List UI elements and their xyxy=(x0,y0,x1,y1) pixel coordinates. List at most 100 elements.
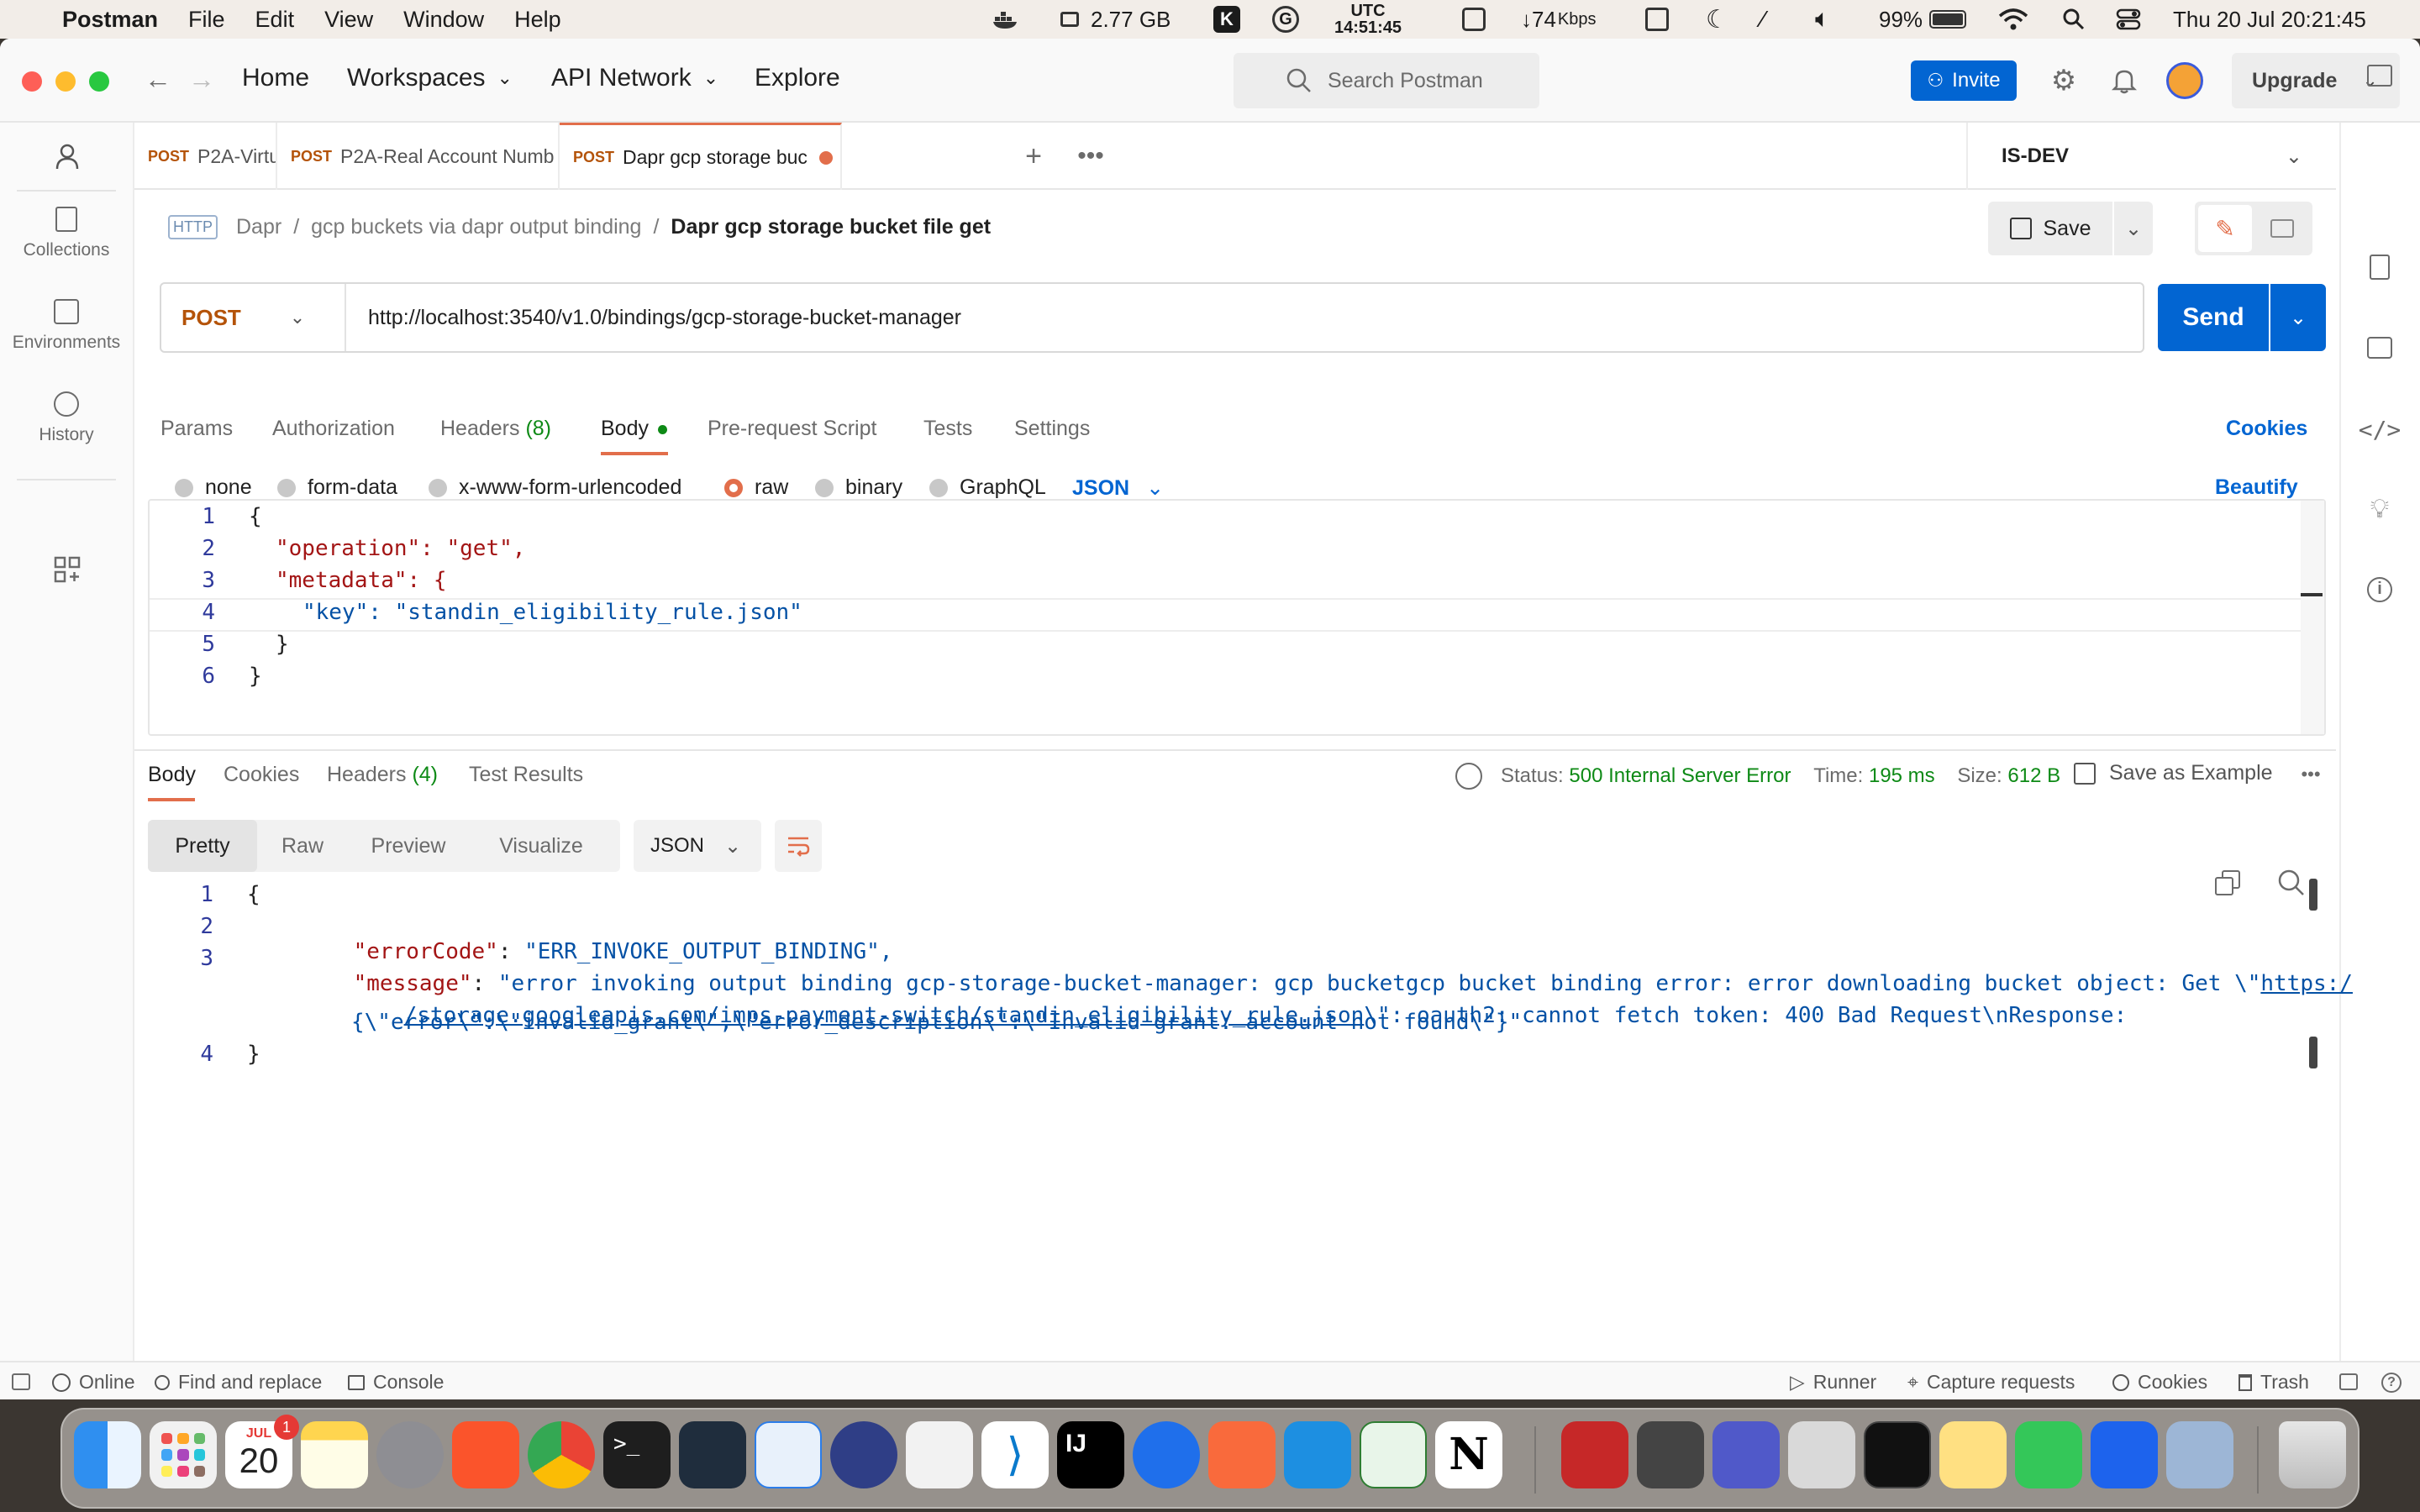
intellij-icon[interactable]: IJ xyxy=(1057,1421,1124,1488)
code-icon[interactable]: </> xyxy=(2359,412,2402,446)
response-scrollbar-thumb[interactable] xyxy=(2309,1037,2317,1068)
docker-icon[interactable] xyxy=(2091,1421,2158,1488)
tab-params[interactable]: Params xyxy=(160,417,233,441)
new-tab-plus-icon[interactable]: + xyxy=(1017,139,1050,173)
preview-icon[interactable] xyxy=(1284,1421,1351,1488)
help-icon[interactable]: ? xyxy=(2381,1373,2402,1393)
mail-app-icon[interactable] xyxy=(906,1421,973,1488)
radio-x-www-form-urlencoded[interactable]: x-www-form-urlencoded xyxy=(429,475,681,500)
calculator-icon[interactable] xyxy=(1637,1421,1704,1488)
user-icon[interactable] xyxy=(49,138,86,175)
lightbulb-icon[interactable]: 💡︎ xyxy=(2363,492,2396,526)
postman-dock-icon[interactable] xyxy=(830,1421,897,1488)
tab-body[interactable]: Body xyxy=(601,417,668,455)
time-value[interactable]: 195 ms xyxy=(1869,764,1935,787)
invite-button[interactable]: ⚇ Invite xyxy=(1911,60,2017,101)
chrome-icon[interactable] xyxy=(528,1421,595,1488)
volume-icon[interactable]: 🔈︎ xyxy=(1815,0,1830,39)
postman-agent-icon[interactable] xyxy=(1208,1421,1276,1488)
find-and-replace-button[interactable]: Find and replace xyxy=(155,1371,322,1394)
tab-headers[interactable]: Headers (8) xyxy=(440,417,551,441)
response-scrollbar-thumb[interactable] xyxy=(2309,879,2317,911)
docker-tray-icon[interactable] xyxy=(992,0,1023,39)
menubar-datetime[interactable]: Thu 20 Jul 20:21:45 xyxy=(2173,0,2366,39)
radio-form-data[interactable]: form-data xyxy=(277,475,397,500)
back-arrow-icon[interactable]: ← xyxy=(143,64,173,94)
capture-requests-button[interactable]: ⌖ Capture requests xyxy=(1907,1371,2075,1394)
vscode-icon[interactable]: ⟩ xyxy=(981,1421,1049,1488)
online-status[interactable]: Online xyxy=(52,1371,134,1394)
menu-help[interactable]: Help xyxy=(514,7,561,33)
notion-icon[interactable]: N xyxy=(1435,1421,1502,1488)
window-zoom-button[interactable] xyxy=(89,71,109,92)
send-options-dropdown[interactable]: ⌄ xyxy=(2270,284,2326,351)
menu-view[interactable]: View xyxy=(324,7,373,33)
url-input[interactable]: http://localhost:3540/v1.0/bindings/gcp-… xyxy=(368,284,961,351)
runner-button[interactable]: ▷ Runner xyxy=(1790,1371,1876,1394)
k-app-tray-icon[interactable]: K xyxy=(1213,0,1240,39)
system-settings-icon[interactable] xyxy=(376,1421,444,1488)
documentation-icon[interactable] xyxy=(2363,250,2396,284)
radio-binary[interactable]: binary xyxy=(815,475,902,500)
send-button[interactable]: Send xyxy=(2158,284,2269,351)
app-icon[interactable] xyxy=(679,1421,746,1488)
forward-arrow-icon[interactable]: → xyxy=(187,64,217,94)
finder-icon[interactable] xyxy=(74,1421,141,1488)
menu-file[interactable]: File xyxy=(188,7,225,33)
nav-home[interactable]: Home xyxy=(242,64,309,92)
brave-browser-icon[interactable] xyxy=(452,1421,519,1488)
cookies-button[interactable]: Cookies xyxy=(2112,1371,2207,1394)
editor-scrollbar[interactable] xyxy=(2301,501,2324,734)
request-tab[interactable]: POST P2A-Virtual Account Nu xyxy=(134,123,277,190)
menu-app-name[interactable]: Postman xyxy=(62,7,158,33)
wrap-lines-icon[interactable] xyxy=(775,820,822,872)
info-icon[interactable]: i xyxy=(2363,573,2396,606)
console-button[interactable]: Console xyxy=(348,1371,444,1394)
cpu-tray-icon[interactable] xyxy=(1462,0,1486,39)
teams-icon[interactable] xyxy=(1712,1421,1780,1488)
window-close-button[interactable] xyxy=(22,71,42,92)
cookies-link[interactable]: Cookies xyxy=(2226,417,2307,441)
response-url-link[interactable]: https:/ xyxy=(2260,971,2353,996)
more-tabs-icon[interactable]: ••• xyxy=(1074,139,1107,173)
save-as-example-button[interactable]: Save as Example xyxy=(2074,761,2273,785)
response-tab-cookies[interactable]: Cookies xyxy=(224,763,299,787)
scrap-tray-icon[interactable] xyxy=(1645,0,1669,39)
sidebar-item-environments[interactable]: Environments xyxy=(0,299,133,353)
body-format-select[interactable]: JSON ⌄ xyxy=(1072,475,1164,501)
nav-explore[interactable]: Explore xyxy=(755,64,840,92)
feedback-app-icon[interactable] xyxy=(755,1421,822,1488)
trash-bin-icon[interactable] xyxy=(2279,1421,2346,1488)
response-tab-headers[interactable]: Headers (4) xyxy=(327,763,438,787)
request-tab-active[interactable]: POST Dapr gcp storage buc xyxy=(560,123,842,190)
request-tab[interactable]: POST P2A-Real Account Numb xyxy=(277,123,560,190)
notes-icon[interactable] xyxy=(301,1421,368,1488)
globe-icon[interactable] xyxy=(1455,763,1482,790)
edit-pencil-icon[interactable]: ✎ xyxy=(2198,205,2252,252)
screen-app-icon[interactable] xyxy=(2166,1421,2233,1488)
keychain-icon[interactable] xyxy=(1788,1421,1855,1488)
calendar-icon[interactable]: JUL 20 1 xyxy=(225,1415,299,1488)
more-options-icon[interactable]: ••• xyxy=(2294,761,2328,788)
memory-indicator[interactable]: 2.77 GB xyxy=(1060,0,1171,39)
acrobat-icon[interactable] xyxy=(1561,1421,1628,1488)
moon-icon[interactable]: ☾ xyxy=(1706,0,1728,39)
spotlight-icon[interactable] xyxy=(2062,0,2086,39)
view-mode-raw[interactable]: Raw xyxy=(260,820,345,872)
battery-indicator[interactable]: 99% xyxy=(1879,0,1967,39)
breadcrumb-folder[interactable]: gcp buckets via dapr output binding xyxy=(311,215,641,239)
mute-icon[interactable]: ⁄ xyxy=(1761,0,1765,39)
control-center-icon[interactable] xyxy=(2116,0,2141,39)
terminal-icon[interactable]: >_ xyxy=(603,1421,671,1488)
grammarly-tray-icon[interactable]: G xyxy=(1272,0,1299,39)
search-postman-input[interactable]: Search Postman xyxy=(1234,53,1539,108)
window-minimize-button[interactable] xyxy=(55,71,76,92)
two-pane-view-icon[interactable] xyxy=(2339,1373,2358,1390)
numbers-icon[interactable] xyxy=(2015,1421,2082,1488)
launchpad-icon[interactable] xyxy=(150,1421,217,1488)
beautify-button[interactable]: Beautify xyxy=(2215,475,2298,500)
gear-icon[interactable]: ⚙ xyxy=(2047,64,2081,97)
environment-quick-look-icon[interactable] xyxy=(2363,59,2396,92)
radio-graphql[interactable]: GraphQL xyxy=(929,475,1046,500)
tab-prerequest-script[interactable]: Pre-request Script xyxy=(708,417,876,441)
